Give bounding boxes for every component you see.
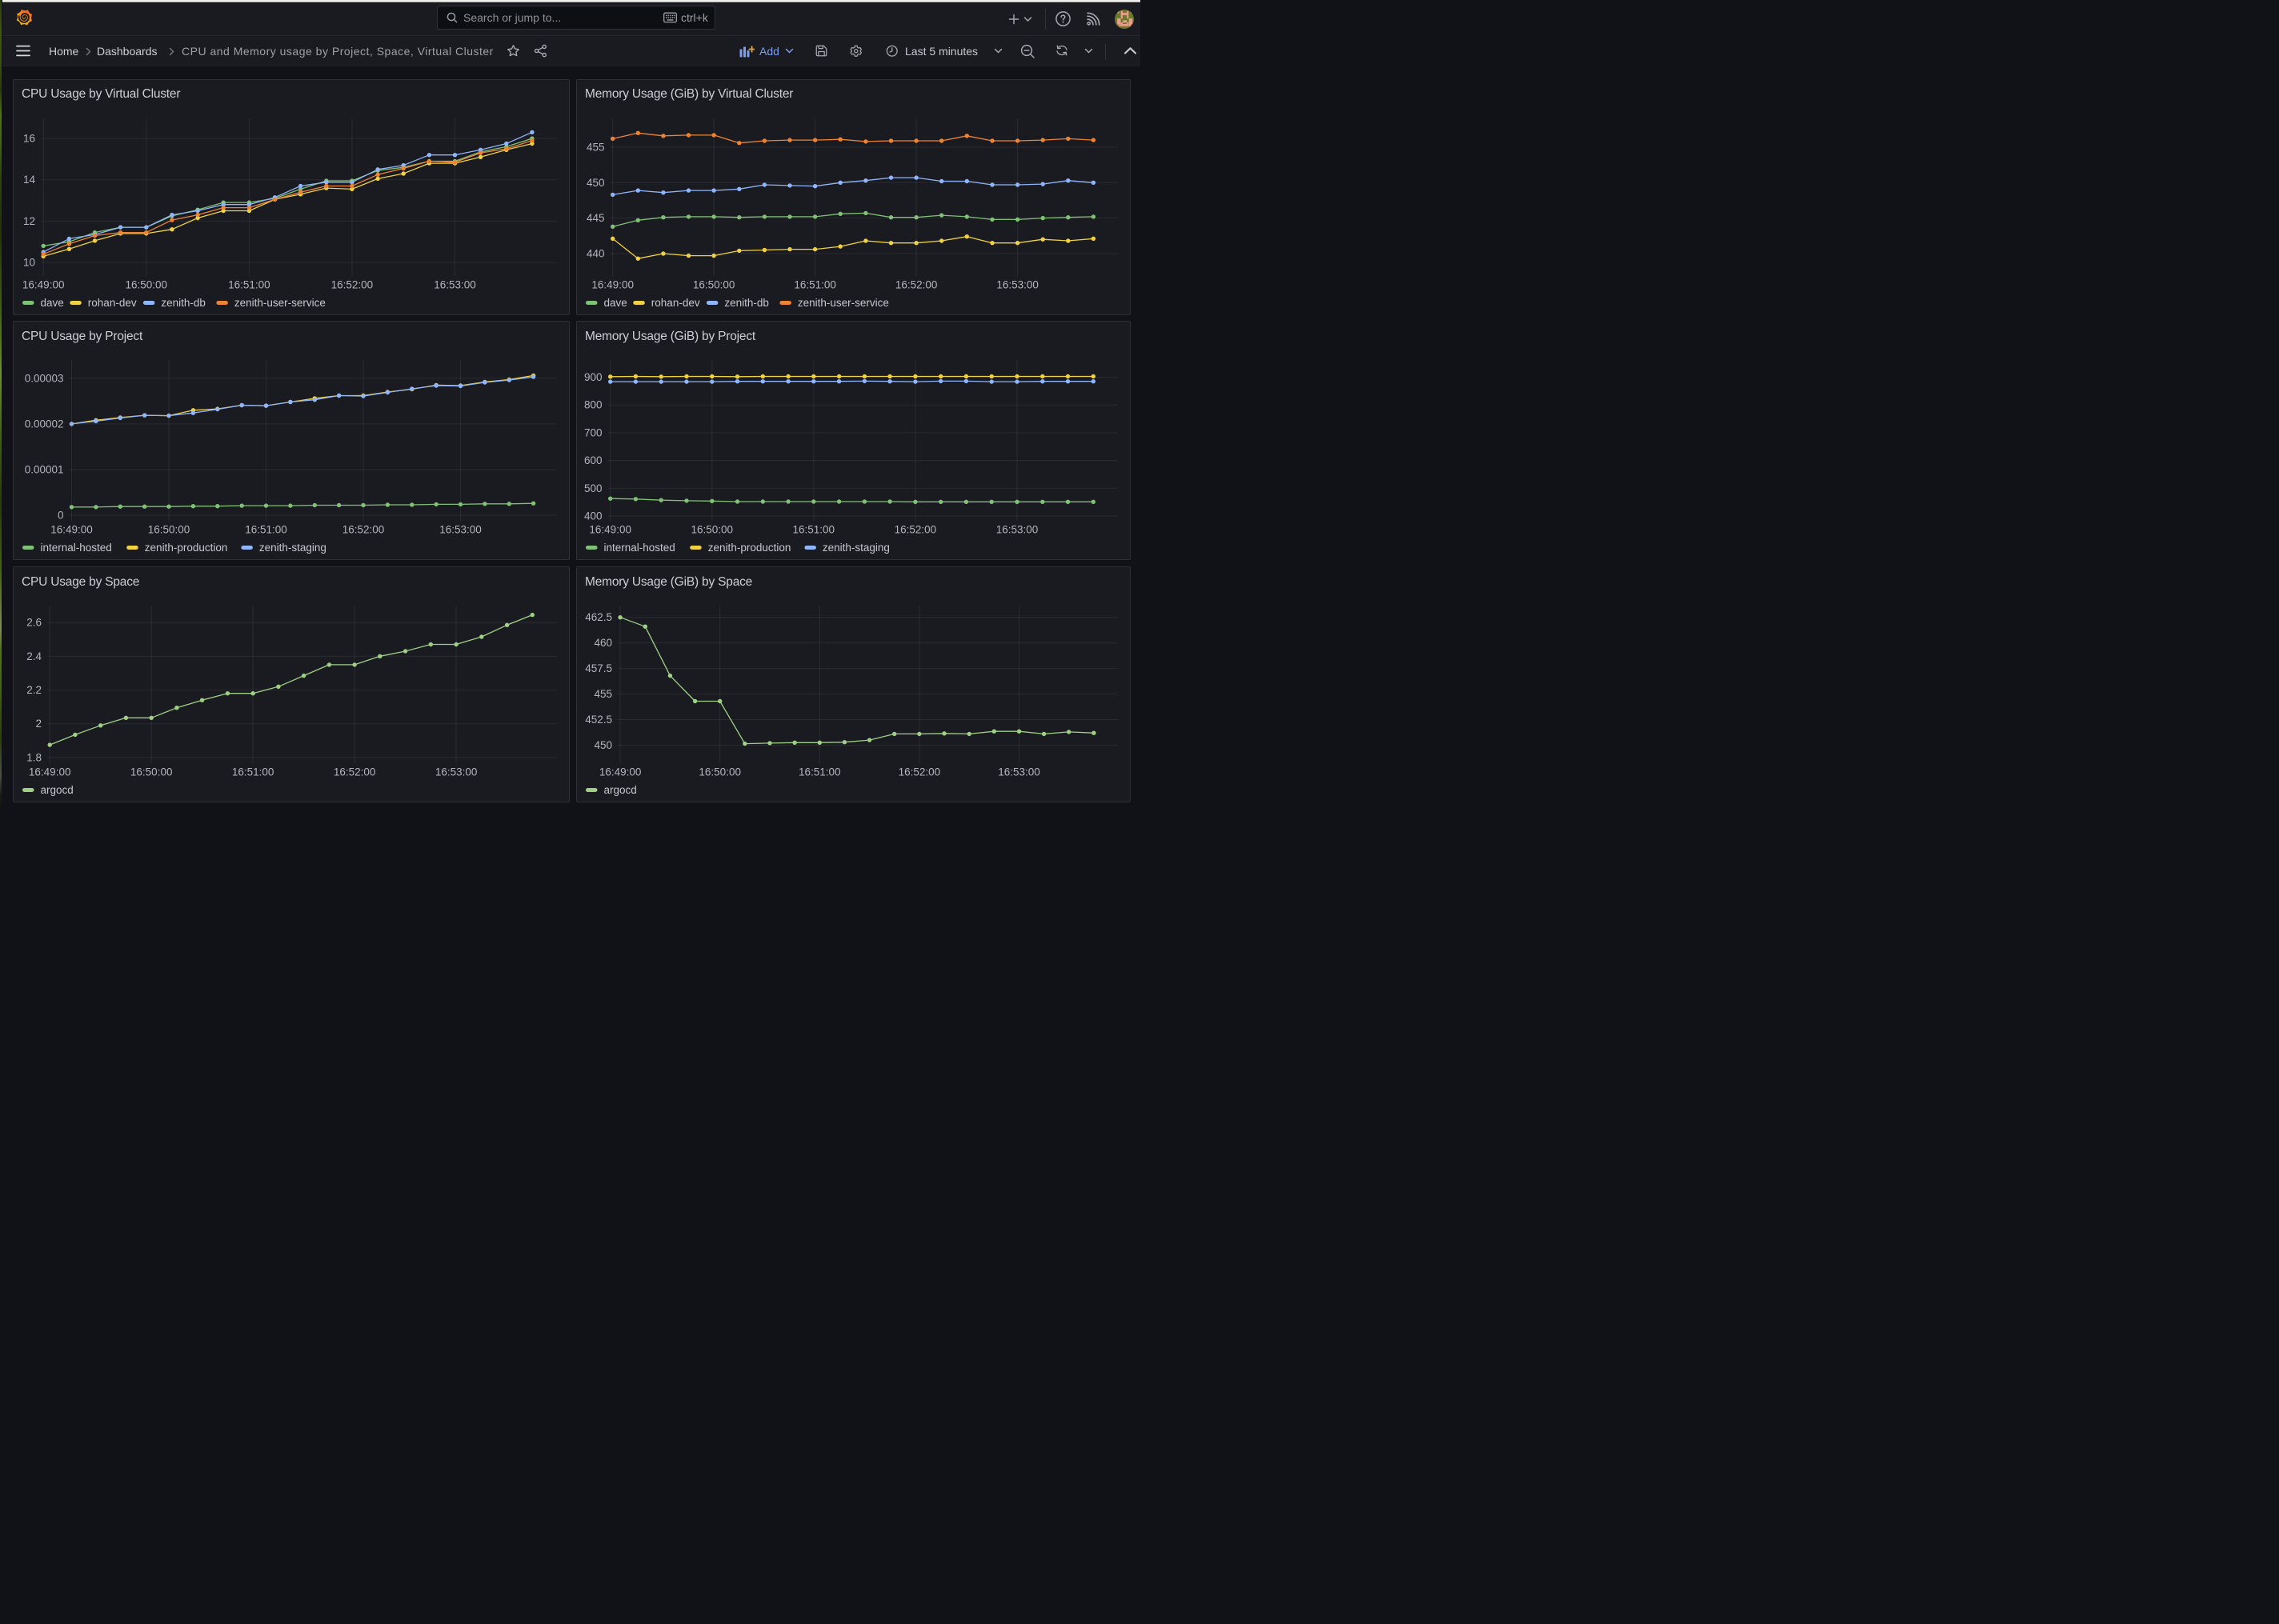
svg-text:16:49:00: 16:49:00: [591, 278, 634, 290]
svg-text:16:50:00: 16:50:00: [691, 524, 734, 536]
svg-text:16:49:00: 16:49:00: [22, 278, 65, 290]
svg-text:2.4: 2.4: [26, 650, 42, 662]
svg-text:16:52:00: 16:52:00: [334, 766, 376, 778]
svg-text:zenith-production: zenith-production: [708, 542, 791, 554]
svg-text:internal-hosted: internal-hosted: [604, 542, 675, 554]
svg-text:14: 14: [23, 174, 36, 186]
svg-text:16:53:00: 16:53:00: [439, 524, 482, 536]
svg-text:450: 450: [587, 176, 605, 188]
svg-text:rohan-dev: rohan-dev: [88, 297, 137, 309]
svg-text:455: 455: [587, 141, 605, 153]
svg-text:16:49:00: 16:49:00: [29, 766, 71, 778]
svg-text:900: 900: [584, 371, 603, 383]
svg-text:zenith-user-service: zenith-user-service: [798, 297, 889, 309]
svg-text:0.00003: 0.00003: [25, 372, 64, 384]
svg-text:16:53:00: 16:53:00: [435, 766, 478, 778]
svg-text:16: 16: [23, 132, 35, 144]
svg-text:2.6: 2.6: [26, 617, 42, 629]
svg-text:dave: dave: [41, 297, 64, 309]
svg-text:zenith-staging: zenith-staging: [823, 542, 890, 554]
svg-text:16:49:00: 16:49:00: [50, 524, 93, 536]
svg-text:zenith-db: zenith-db: [161, 297, 206, 309]
svg-text:16:51:00: 16:51:00: [794, 278, 836, 290]
svg-text:rohan-dev: rohan-dev: [651, 297, 700, 309]
svg-text:16:51:00: 16:51:00: [245, 524, 287, 536]
svg-text:16:51:00: 16:51:00: [232, 766, 274, 778]
svg-text:0.00001: 0.00001: [25, 464, 64, 476]
svg-text:16:50:00: 16:50:00: [693, 278, 735, 290]
svg-text:zenith-production: zenith-production: [145, 542, 228, 554]
svg-text:2.2: 2.2: [26, 684, 42, 696]
svg-text:argocd: argocd: [604, 784, 637, 796]
svg-text:16:53:00: 16:53:00: [996, 524, 1039, 536]
svg-text:16:50:00: 16:50:00: [130, 766, 173, 778]
svg-text:457.5: 457.5: [585, 662, 612, 674]
svg-text:argocd: argocd: [41, 784, 74, 796]
svg-text:16:51:00: 16:51:00: [228, 278, 270, 290]
svg-text:600: 600: [584, 454, 603, 466]
svg-text:16:50:00: 16:50:00: [699, 766, 741, 778]
svg-text:450: 450: [594, 739, 612, 751]
svg-text:zenith-staging: zenith-staging: [259, 542, 326, 554]
svg-text:16:52:00: 16:52:00: [331, 278, 374, 290]
svg-text:10: 10: [23, 256, 35, 268]
svg-text:16:50:00: 16:50:00: [148, 524, 190, 536]
svg-text:16:53:00: 16:53:00: [434, 278, 476, 290]
svg-text:400: 400: [584, 510, 603, 522]
svg-text:16:52:00: 16:52:00: [899, 766, 941, 778]
svg-text:zenith-db: zenith-db: [724, 297, 769, 309]
svg-text:800: 800: [584, 399, 603, 411]
svg-text:500: 500: [584, 482, 603, 494]
svg-text:1.8: 1.8: [26, 751, 42, 763]
svg-text:2: 2: [35, 718, 42, 730]
svg-text:12: 12: [23, 214, 35, 226]
svg-text:16:53:00: 16:53:00: [998, 766, 1040, 778]
svg-text:16:52:00: 16:52:00: [342, 524, 385, 536]
svg-text:16:51:00: 16:51:00: [793, 524, 835, 536]
svg-text:462.5: 462.5: [585, 611, 612, 623]
svg-text:dave: dave: [604, 297, 627, 309]
svg-text:16:50:00: 16:50:00: [126, 278, 168, 290]
svg-text:16:52:00: 16:52:00: [895, 278, 938, 290]
svg-text:internal-hosted: internal-hosted: [41, 542, 112, 554]
svg-text:zenith-user-service: zenith-user-service: [234, 297, 326, 309]
svg-text:460: 460: [594, 637, 612, 649]
svg-text:455: 455: [594, 688, 612, 700]
svg-text:0.00002: 0.00002: [25, 418, 64, 430]
svg-text:452.5: 452.5: [585, 714, 612, 726]
svg-text:16:53:00: 16:53:00: [996, 278, 1039, 290]
svg-text:16:51:00: 16:51:00: [799, 766, 841, 778]
svg-text:16:49:00: 16:49:00: [599, 766, 642, 778]
svg-text:16:52:00: 16:52:00: [895, 524, 937, 536]
svg-text:0: 0: [58, 510, 64, 522]
svg-text:445: 445: [587, 212, 605, 224]
svg-text:16:49:00: 16:49:00: [589, 524, 631, 536]
svg-text:700: 700: [584, 426, 603, 438]
svg-text:440: 440: [587, 247, 605, 259]
